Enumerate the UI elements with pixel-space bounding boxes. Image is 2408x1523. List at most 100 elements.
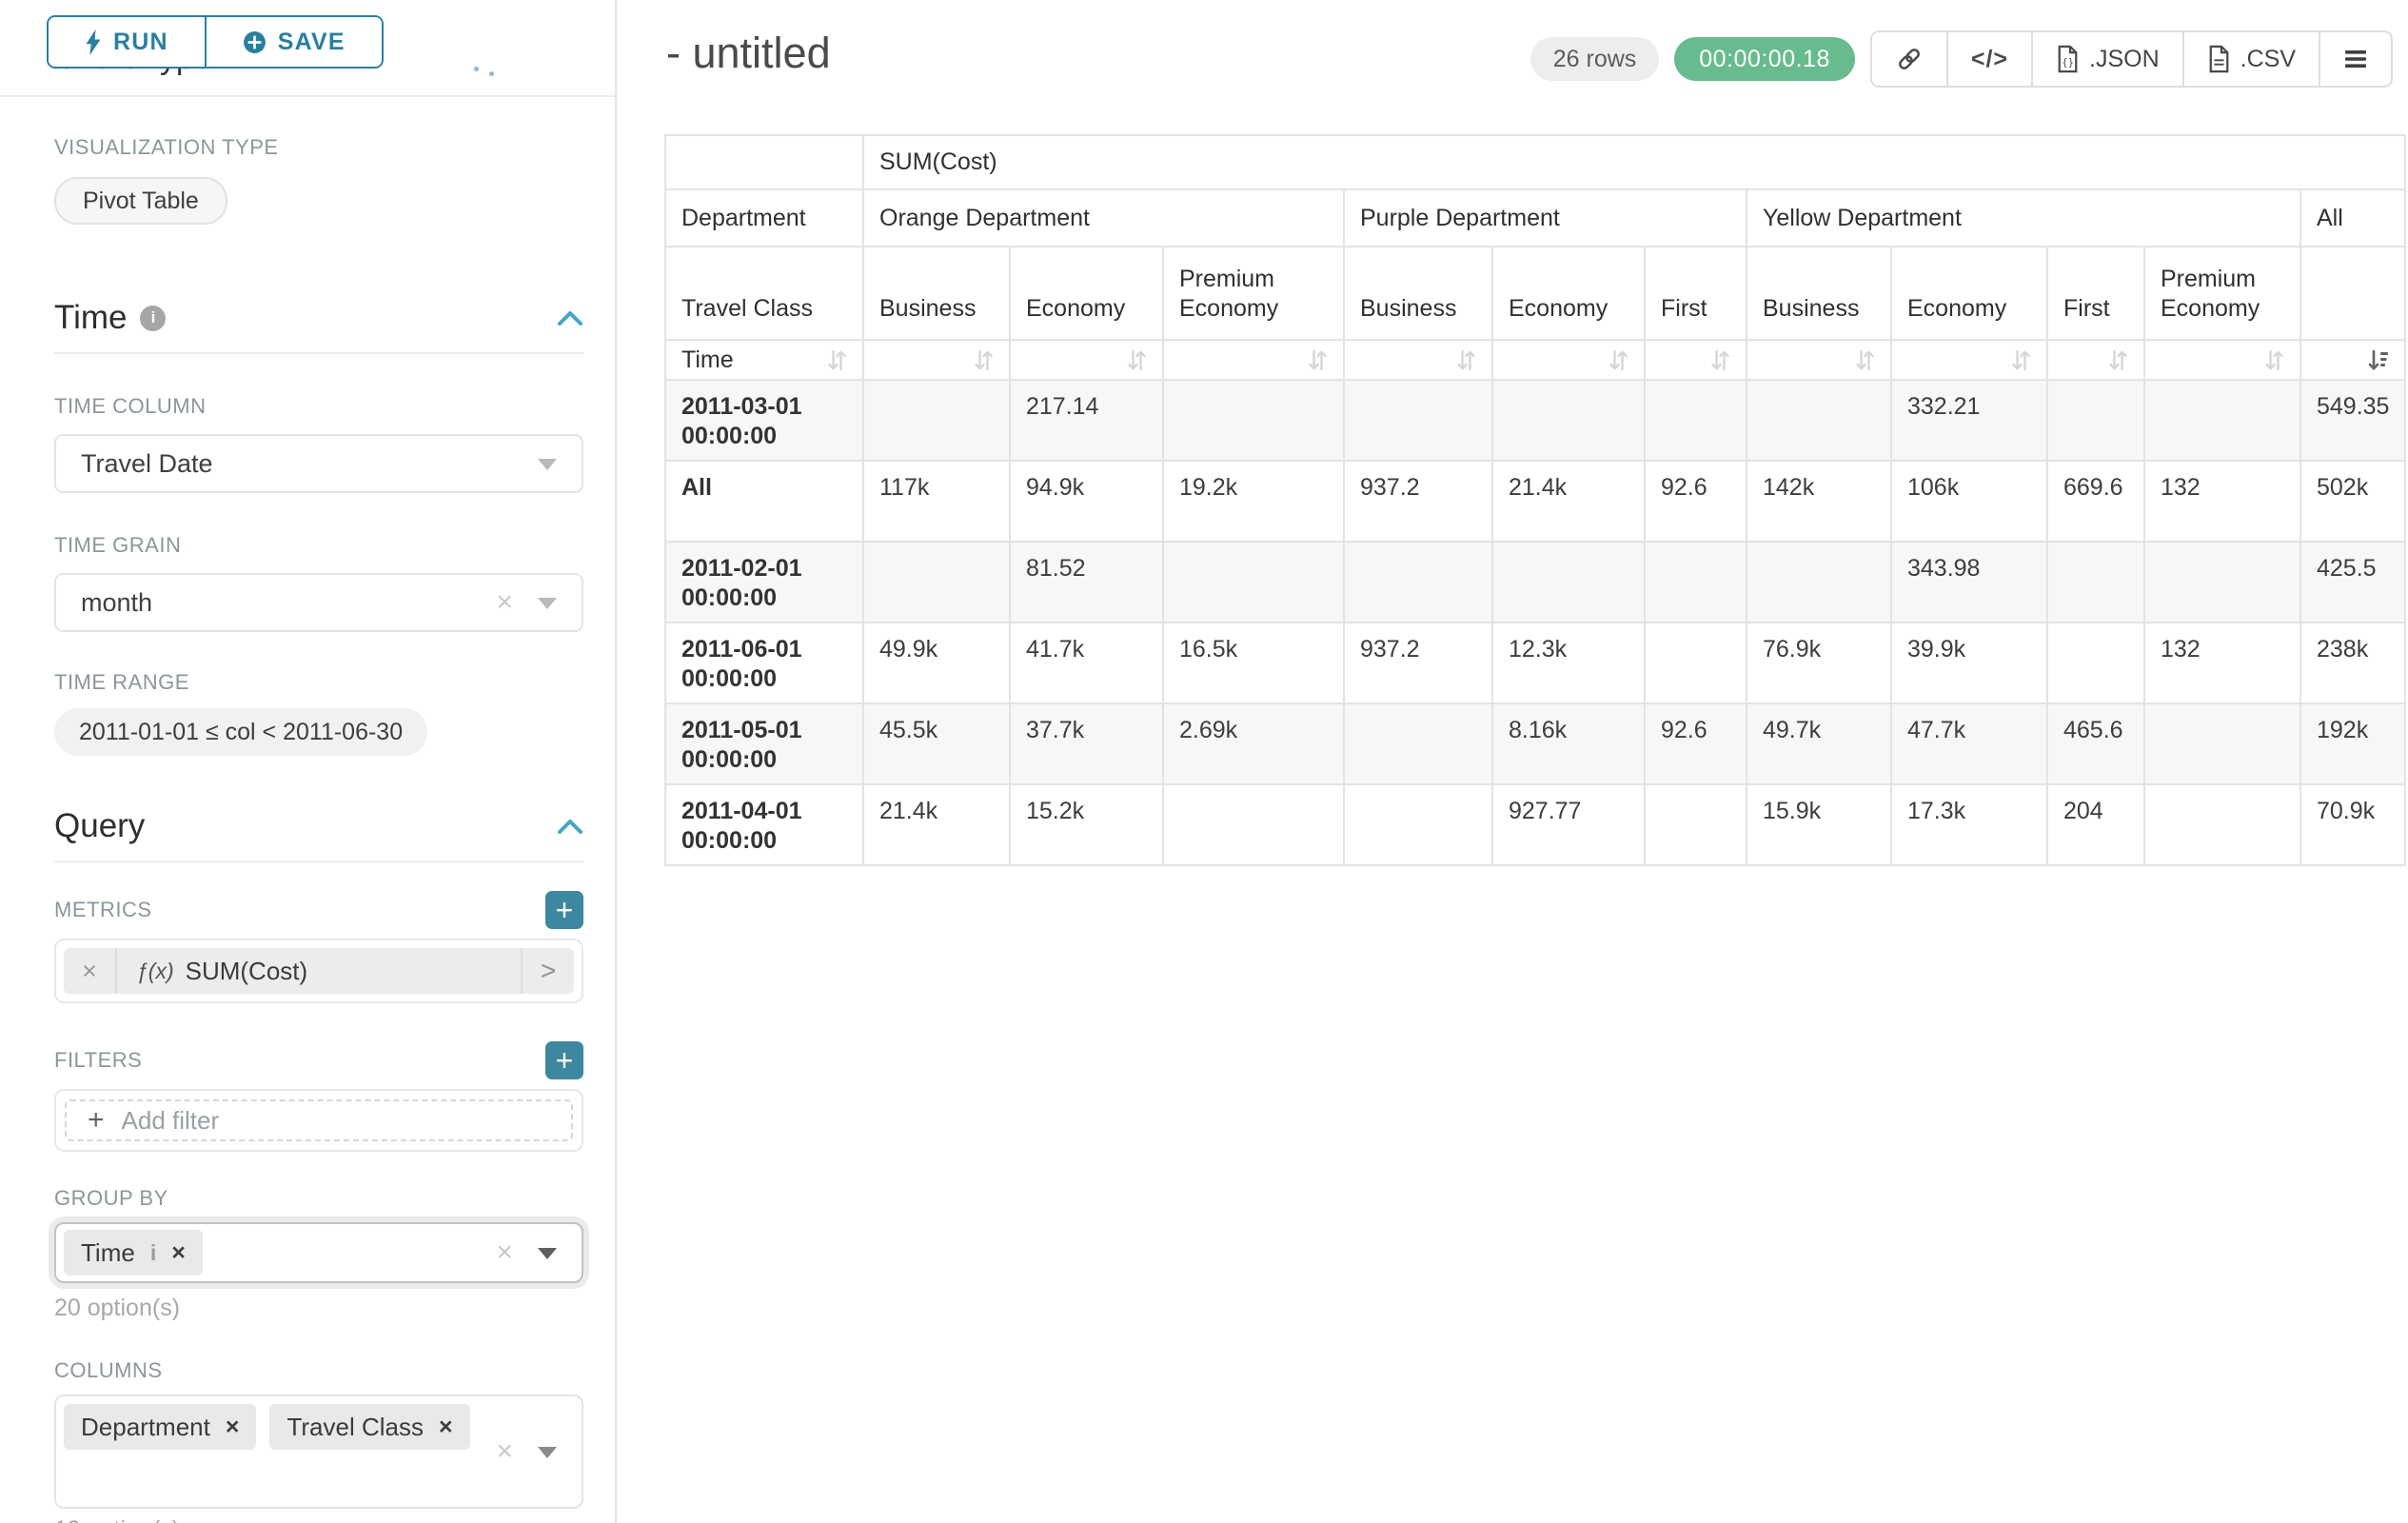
pivot-row-header: 2011-04-01 00:00:00 — [666, 785, 862, 864]
pivot-row-header: 2011-05-01 00:00:00 — [666, 704, 862, 783]
visualization-type-pill[interactable]: Pivot Table — [54, 177, 227, 225]
control-panel-sidebar: Chart Type RUN SAVE VISUALIZATION TYPE P… — [0, 0, 617, 1523]
chart-type-section: Chart Type RUN SAVE — [0, 0, 615, 97]
pivot-sort-header[interactable] — [1747, 341, 1890, 379]
info-icon: i — [150, 1240, 156, 1266]
pivot-column-header: Economy — [1011, 247, 1162, 339]
remove-metric-icon[interactable]: × — [64, 948, 117, 994]
pivot-cell — [1646, 381, 1746, 460]
pivot-sort-header[interactable] — [1164, 341, 1343, 379]
pivot-cell — [1164, 543, 1343, 622]
pivot-cell — [1646, 623, 1746, 702]
pivot-cell: 37.7k — [1011, 704, 1162, 783]
pivot-cell: 16.5k — [1164, 623, 1343, 702]
pivot-cell: 21.4k — [864, 785, 1009, 864]
pivot-cell: 41.7k — [1011, 623, 1162, 702]
pivot-cell — [2048, 623, 2143, 702]
save-button[interactable]: SAVE — [205, 17, 382, 67]
pivot-colgroup-header: Orange Department — [864, 190, 1343, 246]
x-icon[interactable]: × — [226, 1415, 240, 1439]
sort-descending-bars-icon — [2367, 348, 2389, 372]
pivot-cell — [2145, 543, 2299, 622]
add-filter-dropzone[interactable]: + Add filter — [65, 1099, 573, 1141]
time-column-select[interactable]: Travel Date — [54, 434, 583, 493]
add-metric-button[interactable]: + — [545, 891, 583, 929]
page-title: - untitled — [666, 29, 831, 78]
pivot-row-header: 2011-06-01 00:00:00 — [666, 623, 862, 702]
decorative-dot — [489, 71, 494, 76]
pivot-cell — [2145, 785, 2299, 864]
run-button[interactable]: RUN — [49, 17, 205, 67]
pivot-sort-header[interactable] — [2301, 341, 2404, 379]
pivot-sort-header[interactable] — [1345, 341, 1491, 379]
table-row: 2011-05-01 00:00:0045.5k37.7k2.69k8.16k9… — [666, 704, 2404, 783]
more-options-button[interactable] — [2319, 32, 2391, 86]
explore-view: Chart Type RUN SAVE VISUALIZATION TYPE P… — [0, 0, 2408, 1523]
up-down-arrows-icon — [1308, 348, 1328, 372]
metric-pill[interactable]: × ƒ(x) SUM(Cost) > — [64, 948, 574, 994]
pivot-cell — [864, 543, 1009, 622]
time-grain-select[interactable]: month × — [54, 573, 583, 632]
pivot-sort-header[interactable] — [1011, 341, 1162, 379]
pivot-cell — [2145, 381, 2299, 460]
export-json-button[interactable]: {} .JSON — [2031, 32, 2182, 86]
query-section-header[interactable]: Query — [54, 807, 583, 845]
pivot-cell: 425.5 — [2301, 543, 2404, 622]
embed-code-button[interactable]: </> — [1946, 32, 2031, 86]
columns-pill-travel-class[interactable]: Travel Class × — [269, 1404, 469, 1450]
pivot-sort-header[interactable] — [864, 341, 1009, 379]
pivot-cell: 343.98 — [1892, 543, 2046, 622]
pivot-sort-header[interactable] — [1646, 341, 1746, 379]
group-by-select[interactable]: Time i × × — [54, 1222, 583, 1283]
up-down-arrows-icon — [1609, 348, 1628, 372]
x-icon[interactable]: × — [171, 1241, 186, 1265]
result-controls: 26 rows 00:00:00.18 </> {} .JSON .CSV — [1530, 30, 2393, 88]
expand-metric-icon[interactable]: > — [521, 948, 574, 994]
columns-pill-department[interactable]: Department × — [64, 1404, 256, 1450]
pivot-sort-header[interactable]: Time — [666, 341, 862, 379]
up-down-arrows-icon — [1855, 348, 1875, 372]
x-icon[interactable]: × — [496, 1437, 513, 1466]
plus-icon: + — [88, 1106, 105, 1135]
pivot-cell — [1646, 543, 1746, 622]
x-icon[interactable]: × — [496, 1238, 513, 1267]
time-section-header[interactable]: Time i — [54, 299, 583, 337]
link-icon — [1895, 45, 1924, 73]
table-row: 2011-06-01 00:00:0049.9k41.7k16.5k937.21… — [666, 623, 2404, 702]
group-by-label: GROUP BY — [54, 1186, 583, 1211]
pivot-cell — [2145, 704, 2299, 783]
pivot-cell: 39.9k — [1892, 623, 2046, 702]
group-by-options-hint: 20 option(s) — [54, 1295, 583, 1322]
run-save-button-group: RUN SAVE — [47, 15, 384, 69]
pivot-cell: 2.69k — [1164, 704, 1343, 783]
pivot-cell: 8.16k — [1493, 704, 1644, 783]
chevron-up-icon[interactable] — [557, 819, 583, 835]
export-json-label: .JSON — [2089, 46, 2160, 73]
csv-file-icon — [2207, 45, 2231, 73]
chevron-up-icon[interactable] — [557, 310, 583, 326]
pivot-column-header: First — [1646, 247, 1746, 339]
pivot-sort-header[interactable] — [2145, 341, 2299, 379]
table-row: 2011-04-01 00:00:0021.4k15.2k927.7715.9k… — [666, 785, 2404, 864]
pivot-table: SUM(Cost)DepartmentOrange DepartmentPurp… — [664, 134, 2406, 866]
x-icon[interactable]: × — [496, 588, 513, 617]
metrics-container: × ƒ(x) SUM(Cost) > — [54, 939, 583, 1003]
columns-select[interactable]: Department × Travel Class × × — [54, 1394, 583, 1509]
pivot-cell: 92.6 — [1646, 704, 1746, 783]
pivot-cell: 21.4k — [1493, 462, 1644, 541]
pivot-cell: 94.9k — [1011, 462, 1162, 541]
export-csv-label: .CSV — [2240, 46, 2296, 73]
share-link-button[interactable] — [1872, 32, 1946, 86]
pivot-sort-header[interactable] — [1493, 341, 1644, 379]
time-range-pill[interactable]: 2011-01-01 ≤ col < 2011-06-30 — [54, 708, 427, 756]
add-filter-button[interactable]: + — [545, 1041, 583, 1079]
pivot-cell: 937.2 — [1345, 462, 1491, 541]
visualization-type-label: VISUALIZATION TYPE — [54, 135, 583, 160]
pivot-sort-header[interactable] — [2048, 341, 2143, 379]
pivot-cell: 17.3k — [1892, 785, 2046, 864]
export-csv-button[interactable]: .CSV — [2182, 32, 2319, 86]
info-circle-icon: i — [140, 306, 166, 331]
pivot-sort-header[interactable] — [1892, 341, 2046, 379]
x-icon[interactable]: × — [439, 1415, 453, 1439]
group-by-pill-time[interactable]: Time i × — [64, 1230, 203, 1276]
